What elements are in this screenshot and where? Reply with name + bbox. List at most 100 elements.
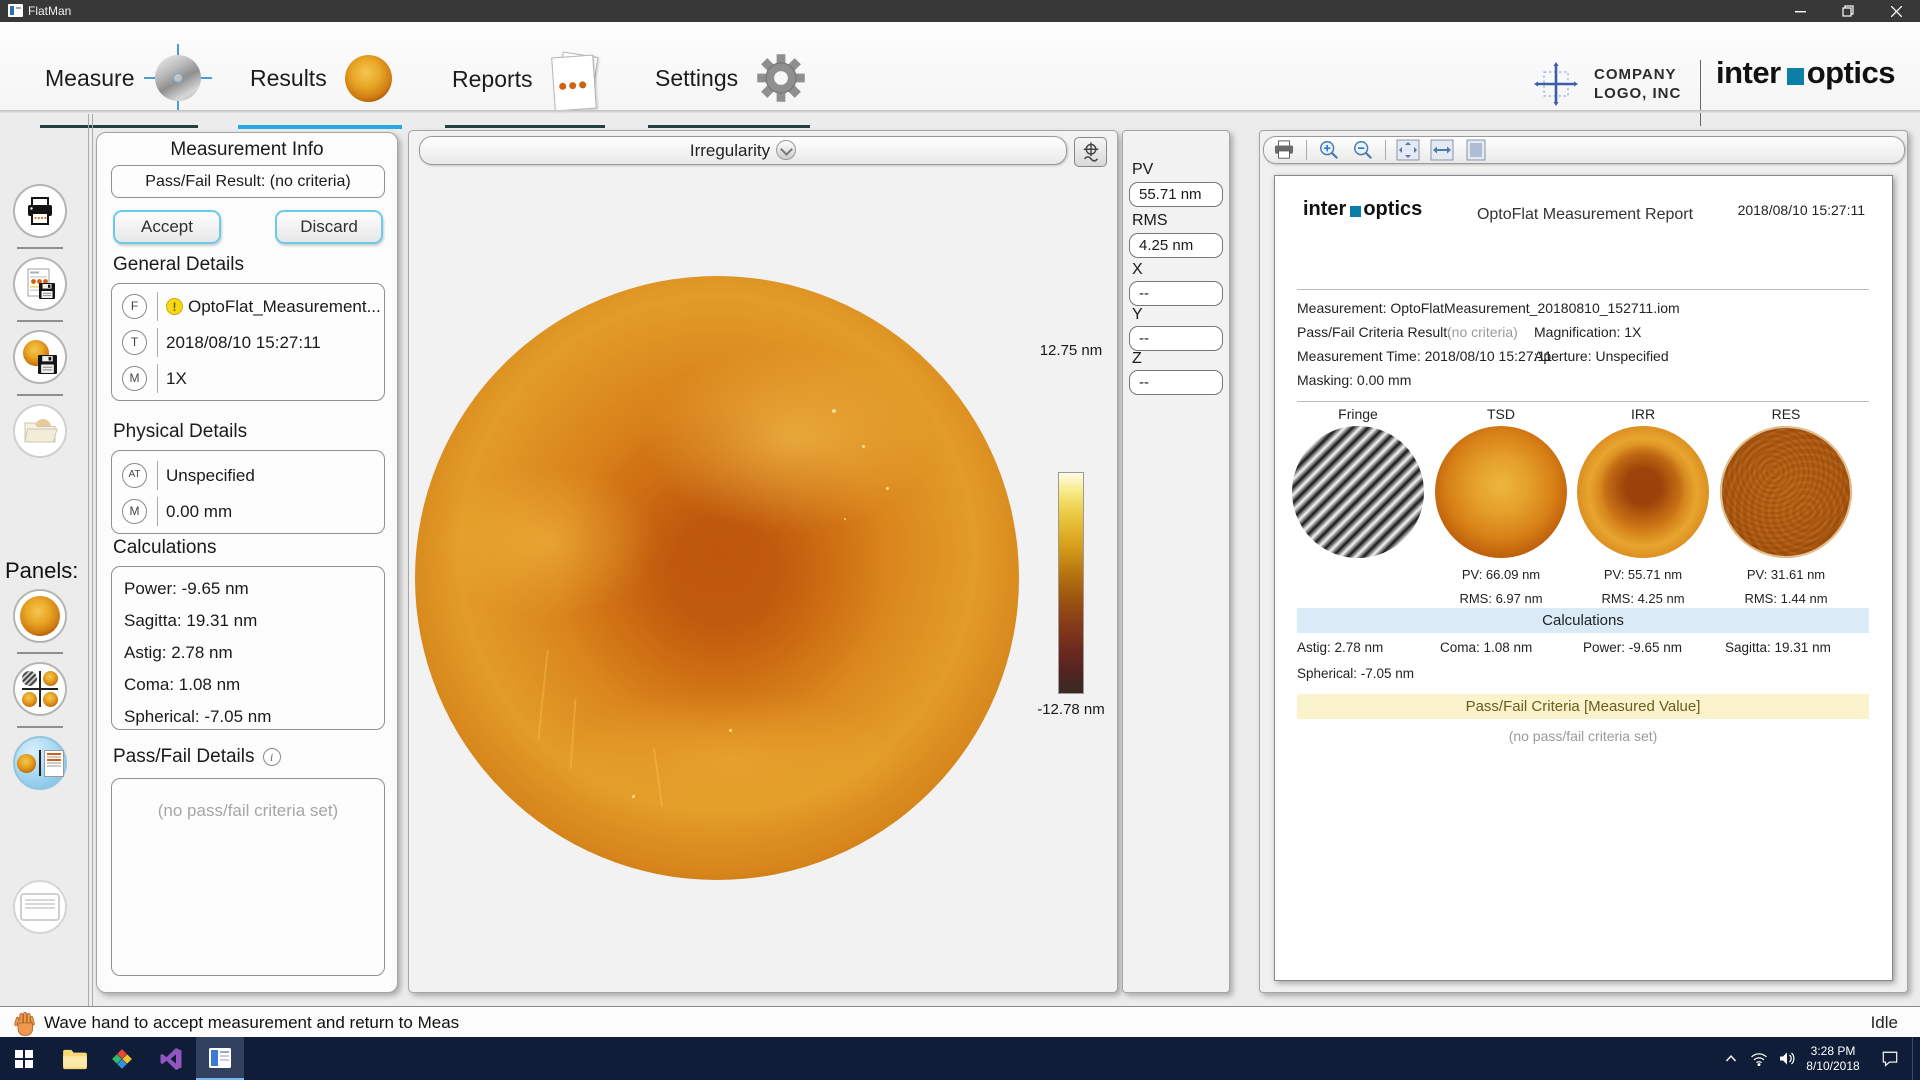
y-label: Y: [1132, 306, 1143, 324]
stats-panel: PV 55.71 nm RMS 4.25 nm X -- Y -- Z --: [1122, 130, 1230, 993]
masking-value: 0.00 mm: [166, 502, 232, 522]
file-explorer-button[interactable]: [51, 1037, 99, 1080]
irr-rms: RMS: 4.25 nm: [1572, 591, 1714, 606]
general-row-magnification: M 1X: [112, 366, 384, 391]
logo-divider: [1700, 60, 1701, 126]
visual-studio-icon: [159, 1047, 183, 1071]
flatman-app-icon: [208, 1047, 232, 1069]
fit-width-button[interactable]: [1430, 139, 1454, 161]
app-icon: [8, 4, 23, 17]
tab-settings[interactable]: Settings: [655, 52, 806, 104]
tab-measure[interactable]: Measure: [45, 52, 204, 104]
surface-map-disc[interactable]: [415, 276, 1019, 880]
flatman-taskbar-button[interactable]: [196, 1037, 244, 1080]
tsd-pv: PV: 66.09 nm: [1430, 567, 1572, 582]
report-image-tsd: TSD PV: 66.09 nm RMS: 6.97 nm: [1430, 406, 1572, 606]
notes-button[interactable]: [13, 880, 67, 934]
pv-value: 55.71 nm: [1129, 182, 1223, 207]
volume-tray-button[interactable]: [1774, 1037, 1800, 1080]
main-nav: Measure Results Reports Settings: [0, 22, 1920, 112]
tab-results-label: Results: [250, 52, 327, 104]
panel-quad-view-button[interactable]: [13, 662, 67, 716]
pass-fail-empty-text: (no pass/fail criteria set): [112, 801, 384, 821]
chevron-up-icon: [1725, 1054, 1737, 1063]
wifi-icon: [1750, 1052, 1768, 1066]
tab-settings-label: Settings: [655, 52, 738, 104]
close-button[interactable]: [1876, 0, 1916, 22]
start-button[interactable]: [0, 1037, 48, 1080]
tsd-label: TSD: [1430, 406, 1572, 422]
tab-reports[interactable]: Reports: [452, 52, 597, 106]
show-desktop-divider[interactable]: [1912, 1037, 1913, 1080]
file-badge: F: [122, 294, 147, 319]
panel-single-view-button[interactable]: [13, 589, 67, 643]
save-report-button[interactable]: [13, 257, 67, 311]
report-passfail-label: Pass/Fail Criteria Result:: [1297, 324, 1451, 340]
diamond-icon: [110, 1047, 134, 1071]
report-image-irr: IRR PV: 55.71 nm RMS: 4.25 nm: [1572, 406, 1714, 606]
zoom-out-button[interactable]: [1351, 139, 1375, 161]
actual-size-button[interactable]: [1464, 139, 1488, 161]
zoom-in-button[interactable]: [1317, 139, 1341, 161]
tab-measure-label: Measure: [45, 52, 134, 104]
fit-page-button[interactable]: [1396, 139, 1420, 161]
nav-bottom-divider: [0, 110, 1920, 113]
tray-expand-button[interactable]: [1718, 1037, 1744, 1080]
report-print-button[interactable]: [1272, 139, 1296, 161]
panels-label: Panels:: [5, 558, 78, 584]
calc-power: Power: -9.65 nm: [124, 573, 384, 605]
minimize-icon: [1795, 6, 1806, 17]
open-measurement-button[interactable]: [13, 404, 67, 458]
minimize-button[interactable]: [1780, 0, 1820, 22]
status-message: Wave hand to accept measurement and retu…: [44, 1013, 459, 1033]
accept-button[interactable]: Accept: [113, 210, 221, 244]
brand-post: optics: [1807, 55, 1895, 91]
alignment-target-button[interactable]: [1074, 137, 1107, 167]
close-icon: [1891, 6, 1902, 17]
measurement-info-panel: Measurement Info Pass/Fail Result: (no c…: [96, 132, 398, 993]
fringe-image: [1292, 426, 1424, 558]
panel-report-view-button[interactable]: [13, 736, 67, 790]
measure-disc-icon: [152, 52, 204, 104]
visual-studio-button[interactable]: [147, 1037, 195, 1080]
print-button[interactable]: [13, 184, 67, 238]
pass-fail-details-heading: Pass/Fail Details i: [113, 746, 281, 768]
clock-tray-button[interactable]: 3:28 PM 8/10/2018: [1800, 1037, 1866, 1080]
y-value: --: [1129, 326, 1223, 351]
scale-max-label: 12.75 nm: [1021, 342, 1121, 359]
irr-pv: PV: 55.71 nm: [1572, 567, 1714, 582]
save-report-icon: [23, 267, 57, 301]
viewer-mode-dropdown[interactable]: Irregularity: [419, 136, 1067, 165]
brand-logo: interoptics: [1716, 55, 1895, 91]
quad-view-icon: [22, 671, 58, 707]
report-calc-astig: Astig: 2.78 nm: [1297, 640, 1383, 655]
tab-results[interactable]: Results: [250, 52, 392, 104]
report-calc-spherical: Spherical: -7.05 nm: [1297, 666, 1414, 681]
windows-logo-icon: [15, 1050, 33, 1068]
report-passfail-value: (no criteria): [1447, 324, 1518, 340]
discard-button[interactable]: Discard: [275, 210, 383, 244]
results-disc-icon: [345, 55, 392, 102]
title-bar: FlatMan: [0, 0, 1920, 22]
folder-icon: [62, 1048, 88, 1070]
report-magnification: Magnification: 1X: [1534, 324, 1641, 340]
target-icon: [1080, 141, 1102, 163]
maximize-button[interactable]: [1828, 0, 1868, 22]
rms-value: 4.25 nm: [1129, 233, 1223, 258]
report-image-fringe: Fringe: [1287, 406, 1429, 567]
tray-time: 3:28 PM: [1806, 1044, 1859, 1059]
info-icon[interactable]: i: [263, 748, 281, 766]
action-center-button[interactable]: [1872, 1037, 1908, 1080]
report-brand-logo: interoptics: [1303, 198, 1422, 221]
color-scale-bar: [1058, 472, 1084, 694]
report-toolbar: [1263, 136, 1905, 164]
windows-taskbar: 3:28 PM 8/10/2018: [0, 1037, 1920, 1080]
wifi-tray-button[interactable]: [1746, 1037, 1772, 1080]
file-name: OptoFlat_Measurement...: [188, 297, 381, 317]
report-masking: Masking: 0.00 mm: [1297, 372, 1411, 388]
irr-image: [1577, 426, 1709, 558]
scale-min-label: -12.78 nm: [1021, 701, 1121, 718]
aperture-badge: AT: [122, 463, 147, 488]
save-measurement-button[interactable]: [13, 330, 67, 384]
photos-app-button[interactable]: [98, 1037, 146, 1080]
